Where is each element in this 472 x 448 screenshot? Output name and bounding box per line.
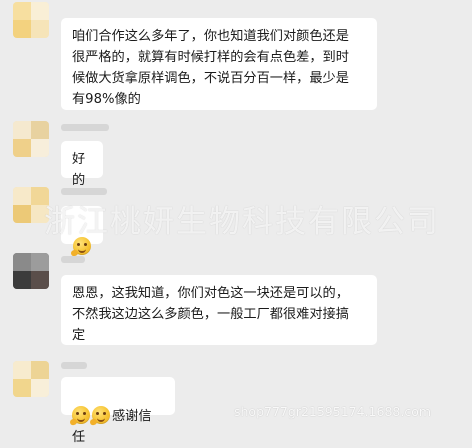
blush-emoji-icon xyxy=(89,406,110,427)
avatar[interactable] xyxy=(13,253,49,289)
sender-name xyxy=(61,188,107,195)
message-bubble[interactable]: 咱们合作这么多年了，你也知道我们对颜色还是 很严格的，就算有时候打样的会有点色差… xyxy=(61,18,377,110)
blush-emoji-icon xyxy=(70,237,91,258)
message-bubble[interactable]: 恩恩，这我知道，你们对色这一块还是可以的， 不然我这边这么多颜色，一般工厂都很难… xyxy=(61,275,377,345)
avatar[interactable] xyxy=(13,187,49,223)
avatar[interactable] xyxy=(13,121,49,157)
avatar[interactable] xyxy=(13,361,49,397)
sender-name xyxy=(61,362,87,369)
watermark: 浙江桃妍生物科技有限公司 xyxy=(44,204,440,240)
blush-emoji-icon xyxy=(69,406,90,427)
message-bubble[interactable]: 好的 xyxy=(61,141,103,188)
avatar[interactable] xyxy=(13,2,49,38)
sender-name xyxy=(61,124,109,131)
shop-id-watermark: shop777gr21595174.1688.com xyxy=(234,404,432,419)
sender-name xyxy=(61,256,85,263)
message-bubble[interactable] xyxy=(61,206,103,258)
message-bubble[interactable]: 感谢信任 xyxy=(61,377,175,445)
